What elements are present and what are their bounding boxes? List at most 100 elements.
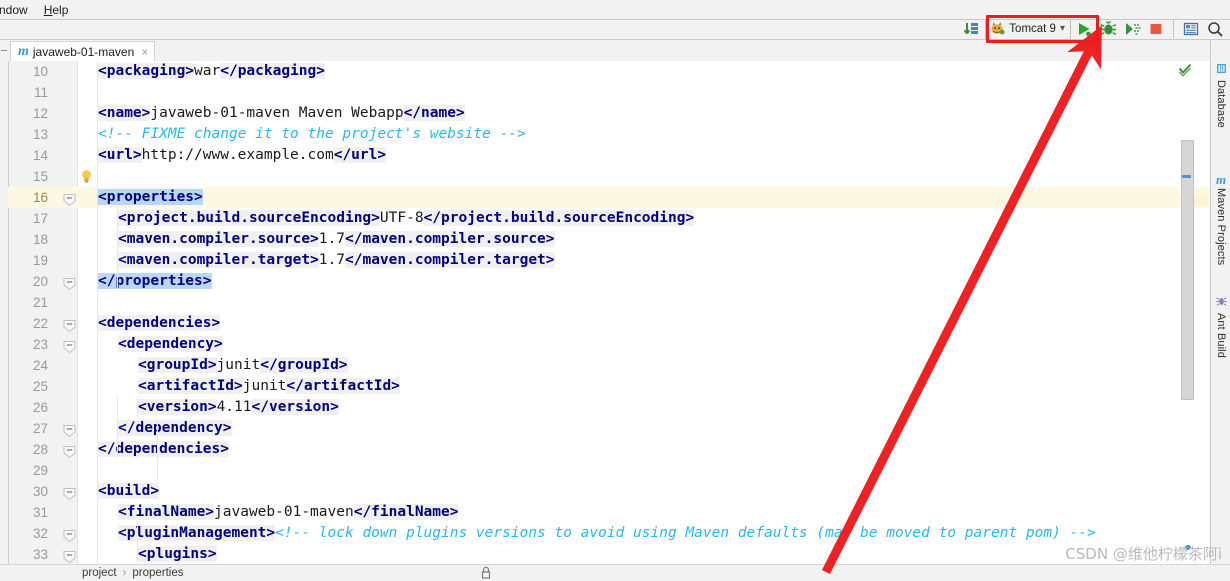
code-tag: </properties> [98,273,212,289]
code-lines[interactable]: 10 <packaging>war</packaging> 11 12 <name>ja… [0,61,1230,564]
code-line[interactable]: 17 <project.build.sourceEncoding>UTF-8</p… [0,208,1230,229]
update-sources-icon[interactable] [961,18,983,40]
fold-marker-icon[interactable] [63,528,76,543]
code-editor[interactable]: 10 <packaging>war</packaging> 11 12 <name>ja… [0,61,1230,564]
inspection-ok-icon[interactable] [1178,63,1192,77]
code-text: <packaging>war</packaging> [98,61,325,82]
run-coverage-button[interactable] [1121,18,1143,40]
toolbar-separator [1173,20,1174,38]
tool-window-maven-projects[interactable]: m Maven Projects [1211,173,1230,266]
ant-icon [1215,296,1227,310]
code-text: <maven.compiler.target>1.7</maven.compil… [118,250,555,271]
stop-button[interactable] [1145,18,1167,40]
code-line[interactable]: 30 <build> [0,481,1230,502]
fold-marker-icon[interactable] [63,486,76,501]
code-tag: <pluginManagement> [118,525,276,541]
code-line[interactable]: 22 <dependencies> [0,313,1230,334]
code-tag: <url> [98,147,142,163]
left-tool-stub[interactable] [0,61,8,564]
code-line[interactable]: 31 <finalName>javaweb-01-maven</finalName… [0,502,1230,523]
code-line[interactable]: 32 <pluginManagement><!-- lock down plugi… [0,523,1230,544]
code-value: javaweb-01-maven Maven Webapp [150,105,404,121]
code-tag: <finalName> [118,504,215,520]
fold-marker-icon[interactable] [63,423,76,438]
editor-tab-bar: m javaweb-01-maven × [0,41,1230,61]
lock-icon[interactable] [480,566,492,581]
code-value: 4.11 [216,399,252,415]
code-value: 1.7 [318,231,345,247]
editor-tab-label: javaweb-01-maven [32,44,135,59]
code-tag: </artifactId> [286,378,400,394]
tool-window-label: Maven Projects [1215,188,1227,266]
code-line[interactable]: 11 [0,82,1230,103]
code-line[interactable]: 26 <version>4.11</version> [0,397,1230,418]
code-tag: <artifactId> [138,378,243,394]
close-icon[interactable]: × [141,45,148,59]
code-tag: </dependency> [118,420,232,436]
tab-scroll-hint [1,50,7,51]
indent-guide [117,208,118,292]
code-tag: </maven.compiler.source> [345,231,555,247]
code-line[interactable]: 10 <packaging>war</packaging> [0,61,1230,82]
fold-marker-icon[interactable] [63,549,76,564]
marker-bookmark[interactable] [1182,175,1191,178]
breadcrumb-item-properties[interactable]: properties [132,567,183,579]
code-text: <plugins> [138,544,217,564]
code-tag: </groupId> [260,357,348,373]
ide-window: ndow Help Tomcat 9 ▾ m javaweb-01-maven … [0,0,1230,581]
code-line[interactable]: 21 [0,292,1230,313]
code-line[interactable]: 15 [0,166,1230,187]
code-text: <finalName>javaweb-01-maven</finalName> [118,502,459,523]
debug-button[interactable] [1097,18,1119,40]
tool-window-ant-build[interactable]: Ant Build [1211,296,1230,358]
code-line[interactable]: 29 [0,460,1230,481]
code-line[interactable]: 13 <!-- FIXME change it to the project's … [0,124,1230,145]
code-text: <url>http://www.example.com</url> [98,145,387,166]
code-line[interactable]: 25 <artifactId>junit</artifactId> [0,376,1230,397]
right-tool-window-bar: Database m Maven Projects Ant Build [1210,41,1230,581]
code-text: <!-- FIXME change it to the project's we… [98,124,526,145]
menu-item-help[interactable]: Help [36,0,77,20]
code-comment: <!-- lock down plugins versions to avoid… [275,525,1096,541]
breadcrumb-item-project[interactable]: project [82,567,117,579]
code-tag: <maven.compiler.target> [118,252,319,268]
menu-item-window[interactable]: ndow [0,0,36,20]
code-tag: </packaging> [220,63,325,79]
tool-window-label: Database [1215,80,1227,128]
code-line[interactable]: 19 <maven.compiler.target>1.7</maven.comp… [0,250,1230,271]
code-tag: </version> [251,399,339,415]
code-text: <build> [98,481,160,502]
fold-marker-icon[interactable] [63,318,76,333]
code-line[interactable]: 20 </properties> [0,271,1230,292]
search-everywhere-button[interactable] [1204,18,1226,40]
code-tag: </maven.compiler.target> [345,252,555,268]
code-line[interactable]: 23 <dependency> [0,334,1230,355]
fold-marker-icon[interactable] [63,276,76,291]
fold-marker-icon[interactable] [63,192,76,207]
code-line[interactable]: 14 <url>http://www.example.com</url> [0,145,1230,166]
code-line[interactable]: 33 <plugins> [0,544,1230,564]
code-tag: <name> [98,105,151,121]
tool-window-database[interactable]: Database [1211,63,1230,128]
maven-m-icon: m [18,43,29,59]
chevron-down-icon[interactable]: ▾ [1060,24,1065,34]
code-line[interactable]: 28 </dependencies> [0,439,1230,460]
editor-scrollbar-thumb[interactable] [1181,140,1194,400]
code-tag: <version> [138,399,217,415]
code-line[interactable]: 27 </dependency> [0,418,1230,439]
code-line[interactable]: 18 <maven.compiler.source>1.7</maven.comp… [0,229,1230,250]
breadcrumb-separator: › [122,567,127,579]
code-line[interactable]: 16 <properties> [0,187,1230,208]
code-line[interactable]: 12 <name>javaweb-01-maven Maven Webapp</n… [0,103,1230,124]
layout-button[interactable] [1180,18,1202,40]
run-button[interactable] [1073,18,1095,40]
code-line[interactable]: 24 <groupId>junit</groupId> [0,355,1230,376]
code-text: <dependencies> [98,313,221,334]
fold-marker-icon[interactable] [63,444,76,459]
editor-tab-pom[interactable]: m javaweb-01-maven × [10,41,156,61]
run-configuration-selector[interactable]: Tomcat 9 ▾ [985,18,1071,40]
breadcrumb: project › properties [0,564,1230,581]
fold-marker-icon[interactable] [63,339,76,354]
code-value: http://www.example.com [141,147,334,163]
code-value: 1.7 [318,252,345,268]
